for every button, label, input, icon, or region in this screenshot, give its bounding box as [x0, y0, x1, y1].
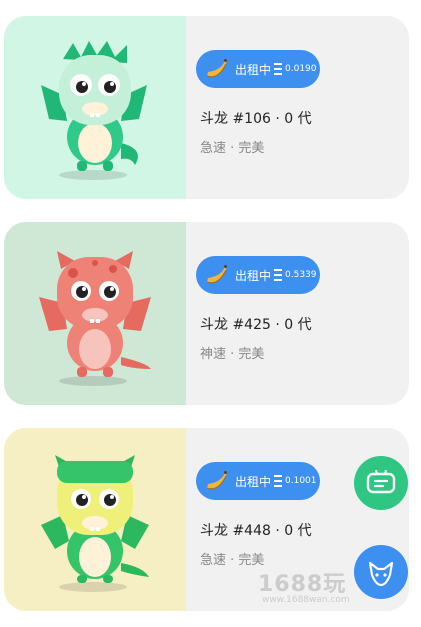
- eth-icon: [274, 475, 283, 487]
- dragon-info: 出租中 0.5339 斗龙 #425 · 0 代 神速 · 完美: [196, 222, 409, 405]
- dragon-title: 斗龙 #106 · 0 代: [200, 111, 312, 127]
- banana-icon: [206, 471, 227, 490]
- watermark: 1688玩: [258, 572, 347, 597]
- blue-fab-button[interactable]: [354, 545, 408, 599]
- rental-status: 出租中: [235, 268, 272, 283]
- dragon-title: 斗龙 #448 · 0 代: [200, 523, 312, 539]
- dragon-traits: 急速 · 完美: [200, 141, 265, 156]
- dragon-traits: 急速 · 完美: [200, 553, 265, 568]
- watermark-url: www.1688wan.com: [262, 595, 350, 605]
- rental-price-badge[interactable]: 出租中 0.5339: [196, 256, 320, 294]
- rental-price: 0.0190: [285, 64, 317, 74]
- dragon-art-panel: [4, 16, 186, 199]
- dragon-image: [39, 250, 151, 386]
- rental-status: 出租中: [235, 474, 272, 489]
- dragon-title: 斗龙 #425 · 0 代: [200, 317, 312, 333]
- dragon-card[interactable]: 出租中 0.0190 斗龙 #106 · 0 代 急速 · 完美: [4, 16, 409, 199]
- dragon-image: [41, 454, 149, 592]
- rental-price-badge[interactable]: 出租中 0.0190: [196, 50, 320, 88]
- dragon-image: [41, 40, 147, 180]
- dragon-art-panel: [4, 222, 186, 405]
- rental-status: 出租中: [235, 62, 272, 77]
- eth-icon: [274, 269, 283, 281]
- dragon-art-panel: [4, 428, 186, 611]
- dragon-traits: 神速 · 完美: [200, 347, 265, 362]
- dragon-info: 出租中 0.0190 斗龙 #106 · 0 代 急速 · 完美: [196, 16, 409, 199]
- dragon-card[interactable]: 出租中 0.5339 斗龙 #425 · 0 代 神速 · 完美: [4, 222, 409, 405]
- rental-price-badge[interactable]: 出租中 0.1001: [196, 462, 320, 500]
- eth-icon: [274, 63, 283, 75]
- dragon-card[interactable]: 出租中 0.1001 斗龙 #448 · 0 代 急速 · 完美: [4, 428, 409, 611]
- fox-logo-icon: [368, 561, 394, 587]
- banana-icon: [206, 265, 227, 284]
- banana-icon: [206, 59, 227, 78]
- rental-price: 0.1001: [285, 476, 317, 486]
- chat-bubble-icon: [366, 470, 396, 494]
- rental-price: 0.5339: [285, 270, 317, 280]
- chat-fab-button[interactable]: [354, 456, 408, 510]
